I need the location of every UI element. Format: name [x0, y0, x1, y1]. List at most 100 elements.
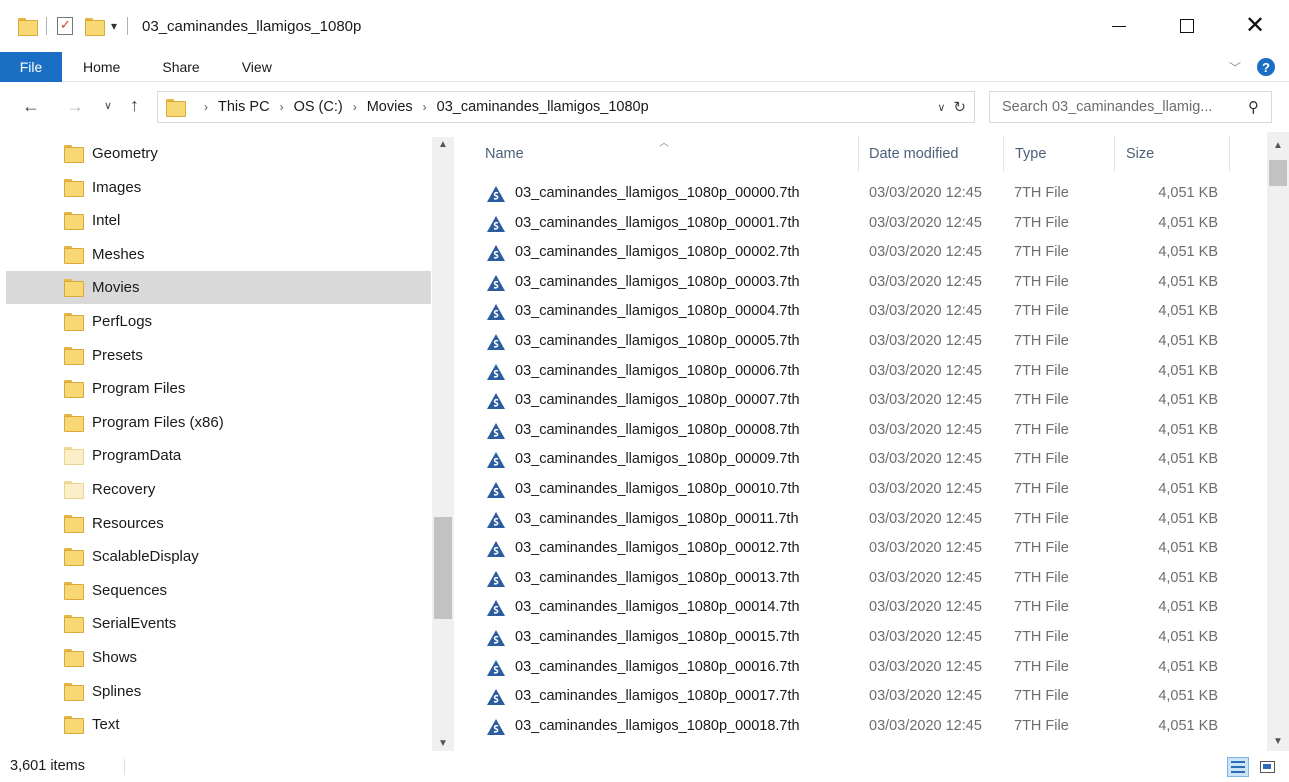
column-divider[interactable] [858, 136, 859, 172]
sidebar-item-shows[interactable]: Shows [6, 641, 431, 674]
file-name: 03_caminandes_llamigos_1080p_00013.7th [515, 569, 800, 586]
table-row[interactable]: 03_caminandes_llamigos_1080p_00001.7th 03… [473, 209, 1233, 238]
sidebar-item-recovery[interactable]: Recovery [6, 473, 431, 506]
sidebar-item-serialevents[interactable]: SerialEvents [6, 607, 431, 640]
tab-share[interactable]: Share [141, 52, 220, 82]
up-arrow-icon[interactable]: ↑ [130, 95, 139, 116]
back-arrow-icon[interactable]: ← [22, 96, 40, 117]
properties-icon[interactable] [57, 17, 73, 35]
table-row[interactable]: 03_caminandes_llamigos_1080p_00010.7th 03… [473, 475, 1233, 504]
sidebar-item-splines[interactable]: Splines [6, 675, 431, 708]
help-icon[interactable]: ? [1257, 58, 1275, 76]
column-header-name[interactable]: Name [485, 132, 524, 176]
sidebar-item-movies[interactable]: Movies [6, 271, 431, 305]
search-box[interactable]: ⚲ [989, 91, 1272, 123]
column-divider[interactable] [1229, 136, 1230, 172]
table-row[interactable]: 03_caminandes_llamigos_1080p_00015.7th 03… [473, 623, 1233, 652]
sidebar-item-scalabledisplay[interactable]: ScalableDisplay [6, 540, 431, 573]
refresh-icon[interactable]: ↻ [953, 98, 966, 116]
breadcrumb-chevron-icon[interactable]: › [353, 100, 357, 114]
column-header-size[interactable]: Size [1126, 132, 1154, 176]
scroll-down-arrow-icon[interactable]: ▼ [438, 738, 448, 749]
table-row[interactable]: 03_caminandes_llamigos_1080p_00017.7th 03… [473, 682, 1233, 711]
details-view-button[interactable] [1227, 757, 1249, 777]
table-row[interactable]: 03_caminandes_llamigos_1080p_00011.7th 03… [473, 505, 1233, 534]
tab-file[interactable]: File [0, 51, 62, 82]
sidebar-item-resources[interactable]: Resources [6, 507, 431, 540]
address-bar[interactable]: › This PC › OS (C:) › Movies › 03_camina… [157, 91, 975, 123]
address-history-dropdown-icon[interactable]: ∨ [937, 101, 945, 114]
navigation-pane-scrollbar[interactable]: ▲ ▼ [432, 137, 454, 751]
file-list-scrollbar[interactable]: ▲ ▼ [1267, 132, 1289, 751]
breadcrumb-chevron-icon[interactable]: › [280, 100, 284, 114]
folder-icon[interactable] [18, 18, 38, 36]
table-row[interactable]: 03_caminandes_llamigos_1080p_00004.7th 03… [473, 297, 1233, 326]
details-view-icon [1231, 761, 1245, 773]
sidebar-item-images[interactable]: Images [6, 171, 431, 204]
scroll-up-arrow-icon[interactable]: ▲ [1273, 140, 1283, 151]
breadcrumb-chevron-icon[interactable]: › [204, 100, 208, 114]
sidebar-item-meshes[interactable]: Meshes [6, 238, 431, 271]
sidebar-item-program-files-x86[interactable]: Program Files (x86) [6, 406, 431, 439]
table-row[interactable]: 03_caminandes_llamigos_1080p_00002.7th 03… [473, 238, 1233, 267]
table-row[interactable]: 03_caminandes_llamigos_1080p_00007.7th 03… [473, 386, 1233, 415]
maximize-button[interactable] [1153, 0, 1221, 52]
breadcrumb-chevron-icon[interactable]: › [423, 100, 427, 114]
breadcrumb-os-c[interactable]: OS (C:) [294, 99, 343, 115]
tab-home[interactable]: Home [62, 52, 141, 82]
breadcrumb-movies[interactable]: Movies [367, 99, 413, 115]
sidebar-item-presets[interactable]: Presets [6, 339, 431, 372]
scrollbar-thumb[interactable] [1269, 160, 1287, 186]
table-row[interactable]: 03_caminandes_llamigos_1080p_00006.7th 03… [473, 357, 1233, 386]
large-icons-view-button[interactable] [1256, 757, 1278, 777]
table-row[interactable]: 03_caminandes_llamigos_1080p_00008.7th 03… [473, 416, 1233, 445]
table-row[interactable]: 03_caminandes_llamigos_1080p_00016.7th 03… [473, 653, 1233, 682]
minimize-button[interactable] [1085, 0, 1153, 52]
breadcrumb-current-folder[interactable]: 03_caminandes_llamigos_1080p [437, 99, 649, 115]
table-row[interactable]: 03_caminandes_llamigos_1080p_00005.7th 03… [473, 327, 1233, 356]
tab-view[interactable]: View [221, 52, 293, 82]
7th-file-icon [487, 186, 505, 202]
close-button[interactable]: ✕ [1221, 0, 1289, 52]
customize-toolbar-dropdown-icon[interactable]: ▾ [111, 19, 117, 33]
table-row[interactable]: 03_caminandes_llamigos_1080p_00014.7th 03… [473, 593, 1233, 622]
file-name: 03_caminandes_llamigos_1080p_00005.7th [515, 333, 800, 349]
file-date-modified: 03/03/2020 12:45 [869, 214, 982, 231]
table-row[interactable]: 03_caminandes_llamigos_1080p_00013.7th 03… [473, 564, 1233, 593]
search-input[interactable] [1002, 99, 1237, 115]
sidebar-item-label: Geometry [92, 145, 158, 162]
sidebar-item-programdata[interactable]: ProgramData [6, 439, 431, 472]
toolbar-divider [127, 17, 129, 35]
sidebar-item-text[interactable]: Text [6, 708, 431, 741]
table-row[interactable]: 03_caminandes_llamigos_1080p_00018.7th 03… [473, 712, 1233, 741]
table-row[interactable]: 03_caminandes_llamigos_1080p_00009.7th 03… [473, 445, 1233, 474]
scroll-up-arrow-icon[interactable]: ▲ [438, 139, 448, 150]
sidebar-item-sequences[interactable]: Sequences [6, 574, 431, 607]
column-header-date-modified[interactable]: Date modified [869, 132, 958, 176]
scrollbar-thumb[interactable] [434, 517, 452, 619]
search-icon[interactable]: ⚲ [1248, 98, 1259, 116]
new-folder-icon[interactable] [85, 18, 105, 36]
sidebar-item-intel[interactable]: Intel [6, 204, 431, 237]
table-row[interactable]: 03_caminandes_llamigos_1080p_00012.7th 03… [473, 534, 1233, 563]
table-row[interactable]: 03_caminandes_llamigos_1080p_00003.7th 03… [473, 268, 1233, 297]
folder-icon [64, 548, 84, 567]
7th-file-icon [487, 363, 505, 380]
scroll-down-arrow-icon[interactable]: ▼ [1273, 736, 1283, 747]
file-type: 7TH File [1014, 214, 1069, 231]
file-size: 4,051 KB [1158, 421, 1218, 438]
column-divider[interactable] [1003, 136, 1004, 172]
title-bar: ▾ 03_caminandes_llamigos_1080p ✕ [0, 0, 1289, 52]
expand-ribbon-chevron-icon[interactable]: ﹀ [1229, 59, 1241, 76]
column-divider[interactable] [1114, 136, 1115, 172]
forward-arrow-icon[interactable]: → [66, 96, 84, 117]
sidebar-item-perflogs[interactable]: PerfLogs [6, 305, 431, 338]
column-header-type[interactable]: Type [1015, 132, 1046, 176]
recent-locations-chevron-icon[interactable]: ∨ [104, 99, 112, 112]
sidebar-item-geometry[interactable]: Geometry [6, 137, 431, 170]
sidebar-item-program-files[interactable]: Program Files [6, 372, 431, 405]
breadcrumb-this-pc[interactable]: This PC [218, 99, 270, 115]
folder-icon [64, 212, 84, 231]
table-row[interactable]: 03_caminandes_llamigos_1080p_00000.7th 03… [473, 179, 1233, 208]
folder-icon [64, 615, 84, 634]
